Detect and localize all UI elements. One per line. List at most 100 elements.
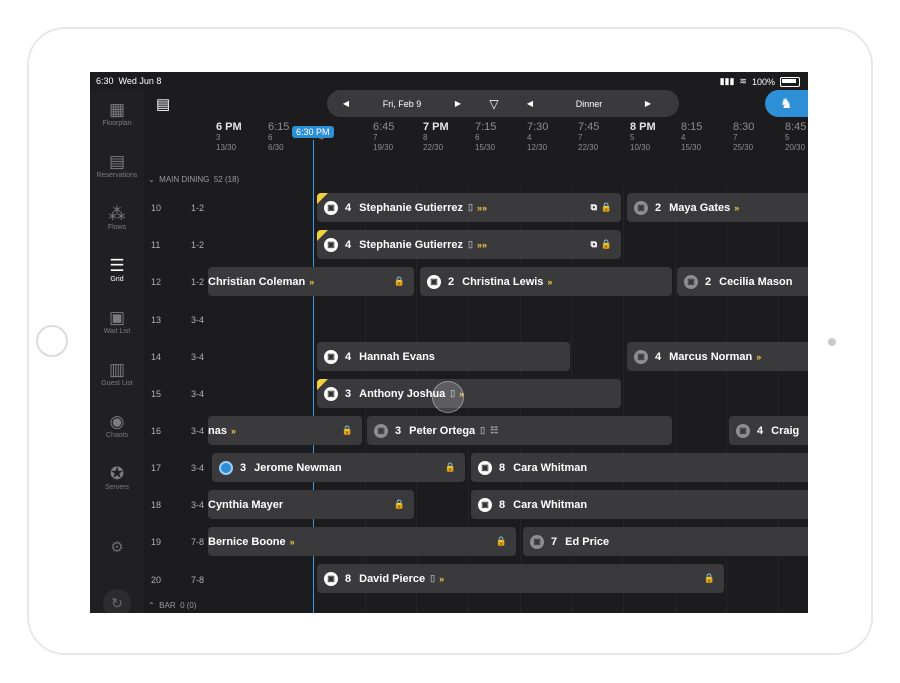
tag-icon: »	[439, 573, 445, 584]
table-row-label: 12 1-2	[151, 277, 204, 287]
book-icon: ▣	[634, 200, 648, 215]
toolbar: ▤ ◀ Fri, Feb 9 ▶ ▽ ◀ Dinner ▶ ♞ ▣	[144, 90, 808, 120]
timeline-tick: 7:30 4 12/30	[527, 121, 549, 153]
table-row-label: 13 3-4	[151, 315, 204, 325]
walk-in-icon[interactable]: ♞	[780, 95, 793, 112]
timeline-tick: 7:45 7 22/30	[578, 121, 600, 153]
book-icon: ▣	[478, 460, 492, 475]
timeline-tick: 6 PM 3 13/30	[216, 121, 242, 153]
new-flag	[317, 379, 328, 390]
table-row-label: 10 1-2	[151, 203, 204, 213]
sidebar-item-floorplan[interactable]: ▦ Floorplan	[90, 100, 144, 127]
new-flag	[317, 230, 328, 241]
sidebar-item-reservations[interactable]: ▤ Reservations	[90, 152, 144, 179]
table-row-label: 16 3-4	[151, 426, 204, 436]
tag-icon: »	[734, 202, 740, 213]
book-icon: ▣	[634, 349, 648, 364]
timeline-tick: 8:30 7 25/30	[733, 121, 755, 153]
tag-icon: »	[309, 276, 315, 287]
camera-dot	[828, 338, 836, 346]
notes-icon[interactable]: ▤	[156, 95, 170, 113]
reservation-block[interactable]: ▣ 4 Craig	[729, 416, 808, 445]
book-icon: ▤	[108, 152, 126, 171]
prev-date-icon[interactable]: ◀	[327, 90, 365, 117]
reservation-block[interactable]: ▣ 8 David Pierce ▯ » 🔒	[317, 564, 724, 593]
wifi-icon: ≋	[739, 76, 747, 86]
filter-icon[interactable]: ▽	[477, 90, 511, 117]
reservation-block[interactable]: 3 Jerome Newman 🔒	[212, 453, 465, 482]
date-label[interactable]: Fri, Feb 9	[365, 90, 439, 117]
section-main-dining[interactable]: ⌄ MAIN DINING 52 (18)	[148, 175, 239, 184]
table-row-label: 18 3-4	[151, 500, 204, 510]
next-meal-icon[interactable]: ▶	[629, 90, 667, 117]
reservation-block[interactable]: ▣ 2 Maya Gates »	[627, 193, 808, 222]
timeline-tick: 7 PM 8 22/30	[423, 121, 449, 153]
section-bar[interactable]: ⌃ BAR 0 (0)	[148, 601, 197, 610]
action-buttons: ♞ ▣	[765, 90, 808, 117]
note-icon: ▯	[468, 239, 473, 249]
book-icon: ▣	[478, 497, 492, 512]
sidebar: ▦ Floorplan ▤ Reservations ⁂ Flows ☰ Gri…	[90, 90, 144, 613]
guestlist-icon: ▥	[108, 360, 126, 379]
touch-indicator	[432, 381, 464, 413]
tag-icon: »»	[477, 239, 488, 250]
signal-icon: ▮▮▮	[719, 76, 735, 86]
book-icon: ▣	[684, 274, 698, 289]
reservation-block[interactable]: ▣ 2 Cecilia Mason	[677, 267, 808, 296]
sidebar-item-servers[interactable]: ✪ Servers	[90, 464, 144, 491]
reservation-block[interactable]: Bernice Boone » 🔒	[208, 527, 516, 556]
lock-icon: 🔒	[393, 499, 405, 509]
date-meal-selector: ◀ Fri, Feb 9 ▶ ▽ ◀ Dinner ▶	[327, 90, 679, 117]
reservation-block[interactable]: Christian Coleman » 🔒	[208, 267, 414, 296]
lock-icon: 🔒	[341, 425, 353, 435]
reservation-block[interactable]: ▣ 8 Cara Whitman	[471, 490, 808, 519]
lock-icon: 🔒	[393, 276, 405, 286]
refresh-icon[interactable]: ↻	[103, 589, 131, 613]
copy-icon: ⧉	[590, 239, 597, 249]
reservation-block[interactable]: ▣ 4 Marcus Norman »	[627, 342, 808, 371]
floorplan-icon: ▦	[108, 100, 126, 119]
table-row-label: 11 1-2	[151, 240, 204, 250]
battery-percent: 100%	[751, 76, 775, 87]
sidebar-item-guestlist[interactable]: ▥ Guest List	[90, 360, 144, 387]
reservation-block[interactable]: ▣ 7 Ed Price	[523, 527, 808, 556]
reservation-block[interactable]: ▣ 2 Christina Lewis »	[420, 267, 672, 296]
meal-label[interactable]: Dinner	[549, 90, 629, 117]
chat-icon: ◉	[109, 412, 125, 431]
table-row-label: 15 3-4	[151, 389, 204, 399]
reservation-block[interactable]: ▣ 4 Stephanie Gutierrez ▯ »» ⧉ 🔒	[317, 193, 621, 222]
flows-icon: ⁂	[108, 204, 126, 223]
tag-icon: »	[756, 351, 762, 362]
settings-icon[interactable]: ⚙	[90, 538, 144, 556]
sidebar-item-grid[interactable]: ☰ Grid	[90, 256, 144, 283]
timeline-tick: 6:45 7 19/30	[373, 121, 395, 153]
timeline-tick: 8:45 5 20/30	[785, 121, 807, 153]
reservation-block[interactable]: nas » 🔒	[208, 416, 362, 445]
reservation-block[interactable]: Cynthia Mayer 🔒	[208, 490, 414, 519]
lock-icon: 🔒	[600, 202, 612, 212]
book-icon: ▣	[374, 423, 388, 438]
tag-icon: »»	[477, 202, 488, 213]
table-row-label: 14 3-4	[151, 352, 204, 362]
note-icon: ▯	[480, 425, 486, 435]
sidebar-item-flows[interactable]: ⁂ Flows	[90, 204, 144, 231]
next-date-icon[interactable]: ▶	[439, 90, 477, 117]
seated-status-icon	[219, 460, 233, 475]
reservation-block[interactable]: ▣ 3 Peter Ortega ▯ ☷	[367, 416, 672, 445]
reservation-block[interactable]: ▣ 4 Hannah Evans	[317, 342, 570, 371]
new-flag	[317, 193, 328, 204]
waitlist-icon: ▣	[108, 308, 126, 327]
sidebar-item-waitlist[interactable]: ▣ Wait List	[90, 308, 144, 335]
home-button[interactable]	[36, 325, 68, 357]
status-time: 6:30 Wed Jun 8	[96, 76, 162, 86]
reservation-block[interactable]: ▣ 8 Cara Whitman	[471, 453, 808, 482]
lock-icon: 🔒	[495, 536, 507, 546]
reservation-block[interactable]: ▣ 4 Stephanie Gutierrez ▯ »» ⧉ 🔒	[317, 230, 621, 259]
timeline-tick: 6:15 6 6/30	[268, 121, 290, 153]
timeline-tick: 8:15 4 15/30	[681, 121, 703, 153]
prev-meal-icon[interactable]: ◀	[511, 90, 549, 117]
copy-icon: ⧉	[590, 202, 597, 212]
sidebar-item-chats[interactable]: ◉ Chaots	[90, 412, 144, 439]
reservation-block[interactable]: ▣ 3 Anthony Joshua ▯ »	[317, 379, 621, 408]
app-screen: 6:30 Wed Jun 8 ▮▮▮ ≋ 100% ▦ Floorplan ▤ …	[90, 72, 808, 613]
